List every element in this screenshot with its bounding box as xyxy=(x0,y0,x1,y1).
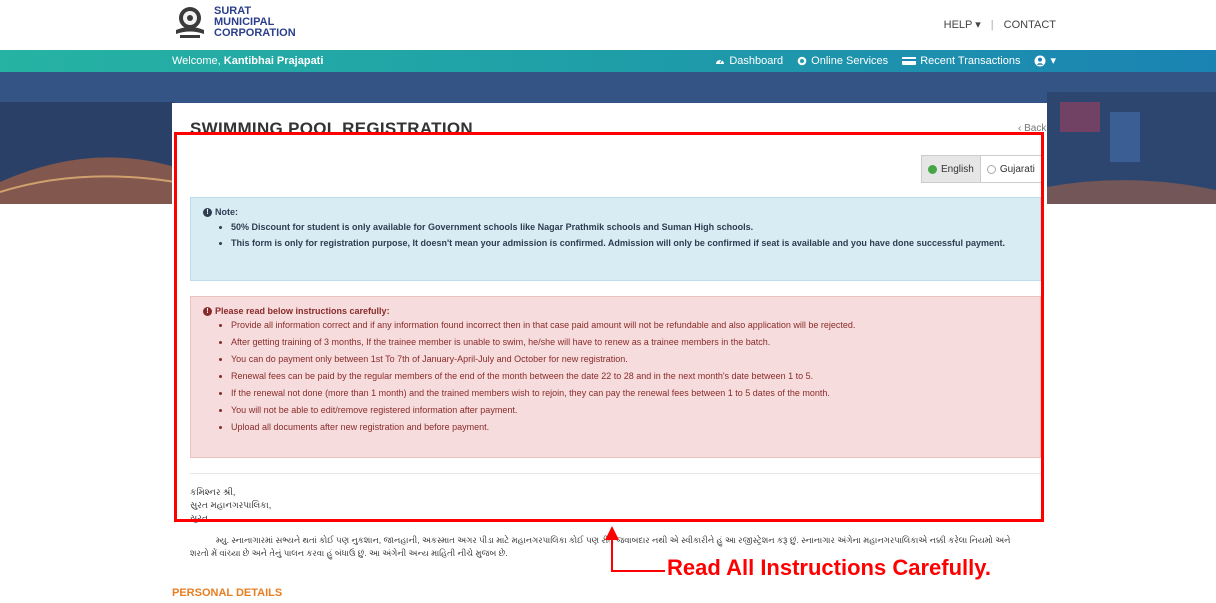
note-list: 50% Discount for student is only availab… xyxy=(203,221,1028,249)
annotation-caption: Read All Instructions Carefully. xyxy=(667,555,991,580)
language-toggle: English Gujarati xyxy=(921,155,1042,183)
nav-items: Dashboard Online Services Recent Transac… xyxy=(715,54,1056,67)
globe-icon xyxy=(797,56,807,65)
main-navbar: Welcome, Kantibhai Prajapati Dashboard O… xyxy=(0,50,1216,72)
radio-unchecked-icon xyxy=(986,164,996,174)
personal-details-heading: PERSONAL DETAILS xyxy=(172,587,283,599)
logo-line-1: SURAT xyxy=(214,4,252,17)
nav-recent-transactions[interactable]: Recent Transactions xyxy=(902,55,1020,67)
nav-recent-transactions-label: Recent Transactions xyxy=(920,54,1021,67)
top-links-separator: | xyxy=(990,18,994,31)
nav-dashboard-label: Dashboard xyxy=(729,54,784,67)
warning-icon: ! xyxy=(203,307,212,317)
instruction-item: You can do payment only between 1st To 7… xyxy=(231,354,1028,365)
user-account-menu[interactable]: ▾ xyxy=(1034,54,1056,67)
address-line-1: કમિશ્નર શ્રી, xyxy=(190,487,236,497)
instruction-item: Upload all documents after new registrat… xyxy=(231,422,1028,433)
help-menu[interactable]: HELP ▾ xyxy=(944,18,981,31)
instruction-item: After getting training of 3 months, If t… xyxy=(231,337,1028,348)
lang-english-option[interactable]: English xyxy=(922,156,981,182)
nav-online-services-label: Online Services xyxy=(811,54,889,67)
top-header: SURAT MUNICIPAL CORPORATION HELP ▾ | CON… xyxy=(0,0,1216,50)
address-line-2: સુરત મહાનગરપાલિકા, xyxy=(190,500,272,510)
logo-text: SURAT MUNICIPAL CORPORATION xyxy=(214,4,296,39)
welcome-message: Welcome, Kantibhai Prajapati xyxy=(172,55,323,67)
instructions-list: Provide all information correct and if a… xyxy=(203,320,1028,433)
address-block: કમિશ્નર શ્રી, સુરત મહાનગરપાલિકા, સુરત. xyxy=(190,486,271,525)
logo-line-2: MUNICIPAL xyxy=(214,15,275,28)
lang-english-label: English xyxy=(941,163,974,175)
instructions-title: ! Please read below instructions carefull… xyxy=(203,306,1028,317)
credit-card-icon xyxy=(902,56,917,65)
instruction-item: You will not be able to edit/remove regi… xyxy=(231,405,1028,416)
nav-dashboard[interactable]: Dashboard xyxy=(715,55,783,67)
contact-link[interactable]: CONTACT xyxy=(1004,19,1056,31)
dashboard-icon xyxy=(716,58,725,64)
welcome-prefix: Welcome, xyxy=(172,55,224,67)
page-title: SWIMMING POOL REGISTRATION xyxy=(190,119,473,135)
radio-checked-icon xyxy=(928,164,937,174)
nav-online-services[interactable]: Online Services xyxy=(797,55,888,67)
note-item: 50% Discount for student is only availab… xyxy=(231,221,1028,233)
address-line-3: સુરત. xyxy=(190,513,211,523)
section-divider xyxy=(190,473,1041,474)
back-link[interactable]: ‹ Back xyxy=(1018,123,1046,134)
instruction-item: If the renewal not done (more than 1 mon… xyxy=(231,388,1028,399)
user-avatar-icon xyxy=(1034,55,1046,66)
user-name: Kantibhai Prajapati xyxy=(223,55,324,67)
user-menu-caret: ▾ xyxy=(1050,55,1056,67)
instruction-item: Provide all information correct and if a… xyxy=(231,320,1028,331)
note-title: ! Note: xyxy=(203,207,1028,218)
lang-gujarati-option[interactable]: Gujarati xyxy=(981,156,1041,182)
logo-line-3: CORPORATION xyxy=(214,26,296,39)
note-item: This form is only for registration purpo… xyxy=(231,237,1028,249)
note-alert: !Note: 50% Discount for student is only … xyxy=(190,197,1041,281)
smc-logo[interactable]: SURAT MUNICIPAL CORPORATION xyxy=(172,4,296,40)
info-icon: ! xyxy=(203,208,212,218)
instructions-title-text: Please read below instructions carefully… xyxy=(215,306,390,316)
note-title-text: Note: xyxy=(215,207,238,217)
instructions-alert: ! Please read below instructions carefull… xyxy=(190,296,1041,458)
instruction-item: Renewal fees can be paid by the regular … xyxy=(231,371,1028,382)
lang-gujarati-label: Gujarati xyxy=(999,163,1035,175)
top-links: HELP ▾ | CONTACT xyxy=(944,18,1056,32)
smc-emblem-icon xyxy=(176,7,204,38)
